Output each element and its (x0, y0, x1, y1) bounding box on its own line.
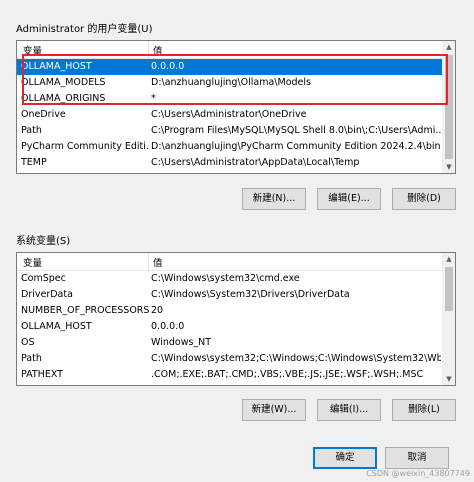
table-row[interactable]: ComSpec C:\Windows\system32\cmd.exe (17, 271, 443, 287)
variable-name-cell: ComSpec (21, 273, 66, 284)
table-row[interactable]: OLLAMA_HOST 0.0.0.0 (17, 59, 443, 75)
variable-name-cell: OS (21, 337, 35, 348)
table-row[interactable]: OS Windows_NT (17, 335, 443, 351)
column-header-value[interactable]: 值 (153, 255, 163, 269)
table-row[interactable]: TEMP C:\Users\Administrator\AppData\Local… (17, 155, 443, 171)
variable-name-cell: OLLAMA_MODELS (21, 77, 106, 88)
scroll-up-arrow-icon[interactable]: ▲ (443, 253, 455, 265)
variable-value-cell: 0.0.0.0 (151, 321, 185, 332)
variable-value-cell: C:\Windows\System32\Drivers\DriverData (151, 289, 350, 300)
variable-name-cell: Path (21, 353, 42, 364)
table-row[interactable]: Path C:\Windows\system32;C:\Windows;C:\Wi… (17, 351, 443, 367)
table-row[interactable]: OLLAMA_MODELS D:\anzhuanglujing\Ollama\Mo… (17, 75, 443, 91)
column-header-variable[interactable]: 变量 (23, 255, 42, 269)
cancel-button[interactable]: 取消 (385, 447, 449, 469)
user-variables-label: Administrator 的用户变量(U) (16, 24, 153, 35)
variable-value-cell: 20 (151, 305, 164, 316)
table-row[interactable]: DriverData C:\Windows\System32\Drivers\Dr… (17, 287, 443, 303)
variable-value-cell: C:\Windows\system32\cmd.exe (151, 273, 300, 284)
table-row[interactable]: OLLAMA_HOST 0.0.0.0 (17, 319, 443, 335)
variable-name-cell: OneDrive (21, 109, 66, 120)
variable-value-cell: D:\anzhuanglujing\PyCharm Community Edit… (151, 141, 441, 152)
variable-value-cell: C:\Users\Administrator\AppData\Local\Tem… (151, 157, 360, 168)
table-row[interactable]: OLLAMA_ORIGINS * (17, 91, 443, 107)
variable-value-cell: C:\Users\Administrator\OneDrive (151, 109, 307, 120)
column-separator[interactable] (148, 253, 149, 270)
variable-name-cell: TEMP (21, 157, 47, 168)
system-new-button[interactable]: 新建(W)... (242, 399, 306, 421)
system-delete-button[interactable]: 删除(L) (392, 399, 456, 421)
system-edit-button[interactable]: 编辑(I)... (317, 399, 381, 421)
variable-name-cell: Path (21, 125, 42, 136)
user-delete-button[interactable]: 删除(D) (392, 188, 456, 210)
variable-name-cell: PATHEXT (21, 369, 63, 380)
user-variables-header: 变量 值 (17, 41, 443, 59)
column-header-variable[interactable]: 变量 (23, 43, 42, 57)
table-row[interactable]: PATHEXT .COM;.EXE;.BAT;.CMD;.VBS;.VBE;.JS… (17, 367, 443, 383)
column-separator[interactable] (148, 41, 149, 58)
table-row[interactable]: NUMBER_OF_PROCESSORS 20 (17, 303, 443, 319)
table-row[interactable]: Path C:\Program Files\MySQL\MySQL Shell 8… (17, 123, 443, 139)
system-variables-label: 系统变量(S) (16, 236, 71, 247)
scroll-up-arrow-icon[interactable]: ▲ (443, 41, 455, 53)
user-list-scrollbar[interactable]: ▲ ▼ (442, 41, 455, 173)
system-variables-list[interactable]: 变量 值 ComSpec C:\Windows\system32\cmd.exe D… (16, 252, 456, 386)
scroll-thumb[interactable] (445, 267, 453, 311)
variable-value-cell: Windows_NT (151, 337, 212, 348)
variable-name-cell: OLLAMA_HOST (21, 61, 92, 72)
variable-value-cell: C:\Windows\system32;C:\Windows;C:\Window… (151, 353, 441, 364)
column-header-value[interactable]: 值 (153, 43, 163, 57)
variable-value-cell: * (151, 93, 156, 104)
user-edit-button[interactable]: 编辑(E)... (317, 188, 381, 210)
table-row[interactable]: PyCharm Community Editi... D:\anzhuangluj… (17, 139, 443, 155)
variable-name-cell: DriverData (21, 289, 73, 300)
user-variables-list[interactable]: 变量 值 OLLAMA_HOST 0.0.0.0 OLLAMA_MODELS D:\a… (16, 40, 456, 174)
watermark: CSDN @weixin_43807749 (366, 469, 470, 478)
ok-button[interactable]: 确定 (313, 447, 377, 469)
scroll-down-arrow-icon[interactable]: ▼ (443, 161, 455, 173)
scroll-down-arrow-icon[interactable]: ▼ (443, 373, 455, 385)
system-variables-header: 变量 值 (17, 253, 443, 271)
variable-name-cell: OLLAMA_ORIGINS (21, 93, 106, 104)
variable-name-cell: PyCharm Community Editi... (21, 141, 149, 152)
variable-value-cell: C:\Program Files\MySQL\MySQL Shell 8.0\b… (151, 125, 441, 136)
system-list-scrollbar[interactable]: ▲ ▼ (442, 253, 455, 385)
table-row[interactable]: OneDrive C:\Users\Administrator\OneDrive (17, 107, 443, 123)
variable-value-cell: 0.0.0.0 (151, 61, 185, 72)
variable-name-cell: OLLAMA_HOST (21, 321, 92, 332)
variable-value-cell: D:\anzhuanglujing\Ollama\Models (151, 77, 311, 88)
scroll-thumb[interactable] (445, 55, 453, 159)
variable-value-cell: .COM;.EXE;.BAT;.CMD;.VBS;.VBE;.JS;.JSE;.… (151, 369, 424, 380)
variable-name-cell: NUMBER_OF_PROCESSORS (21, 305, 149, 316)
user-new-button[interactable]: 新建(N)... (242, 188, 306, 210)
